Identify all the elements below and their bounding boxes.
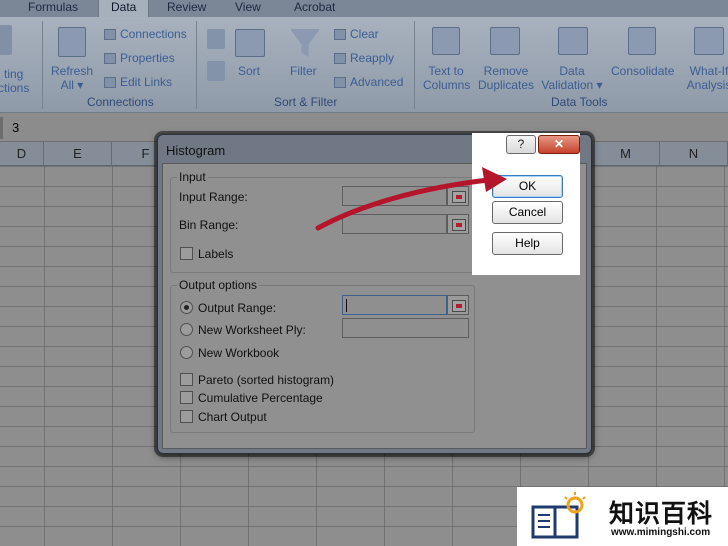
arrow-head	[482, 167, 507, 192]
arrow-shaft	[315, 177, 491, 231]
watermark-text: 知识百科	[609, 500, 714, 528]
book-lightbulb-icon	[531, 492, 586, 539]
watermark-logo: 知识百科 www.mimingshi.com	[517, 487, 728, 546]
watermark-url: www.mimingshi.com	[611, 527, 711, 538]
pointer-arrow-icon	[315, 167, 507, 231]
